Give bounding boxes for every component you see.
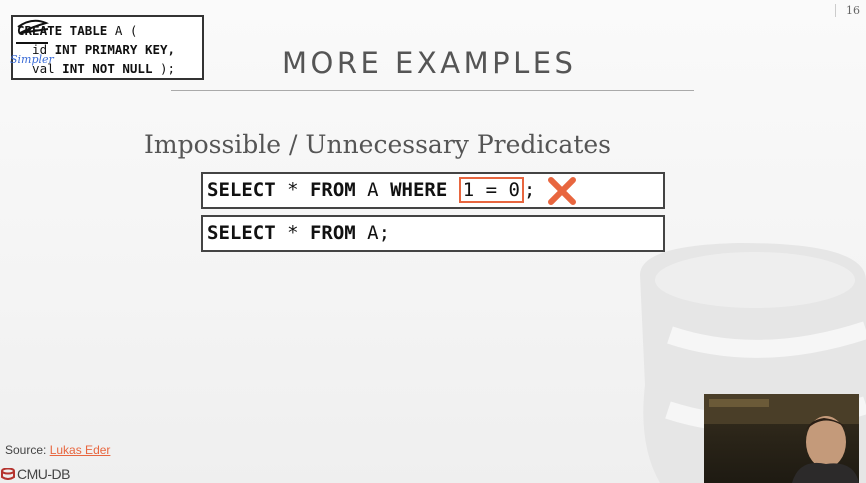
sql-end: ;	[523, 179, 536, 201]
source-label: Source:	[5, 443, 50, 457]
sql-keyword: FROM	[309, 179, 356, 201]
code-line3-keyword: INT NOT NULL	[54, 61, 153, 76]
sql-table: A	[355, 179, 391, 201]
sql-star: *	[275, 222, 310, 244]
scribble-annotation-icon	[16, 19, 49, 44]
slide-number: 16	[835, 4, 860, 17]
sql-keyword: SELECT	[207, 222, 276, 244]
cmu-db-logo: CMU-DB	[1, 466, 71, 482]
sql-table: A;	[355, 222, 391, 244]
x-mark-icon	[548, 177, 576, 205]
sql-keyword: WHERE	[390, 179, 448, 201]
slide-title: MORE EXAMPLES	[282, 46, 577, 80]
presenter-video	[704, 394, 859, 483]
sql-keyword: FROM	[309, 222, 356, 244]
code-line1-rest: A (	[107, 23, 138, 38]
sql-example-simplified: SELECT * FROM A;	[201, 215, 665, 252]
presenter-image	[704, 394, 859, 483]
sql-space	[447, 179, 458, 201]
simpler-annotation: Simpler	[10, 53, 54, 66]
sql-star: *	[275, 179, 310, 201]
logo-text: CMU-DB	[17, 466, 71, 482]
source-link[interactable]: Lukas Eder	[50, 443, 111, 457]
database-logo-icon	[1, 468, 15, 480]
source-citation: Source: Lukas Eder	[5, 443, 110, 457]
code-line3-rest: );	[152, 61, 176, 76]
title-divider	[171, 90, 694, 91]
slide-subtitle: Impossible / Unnecessary Predicates	[144, 130, 611, 159]
sql-example-impossible: SELECT * FROM A WHERE 1 = 0;	[201, 172, 665, 209]
highlighted-predicate: 1 = 0	[458, 177, 524, 203]
sql-keyword: SELECT	[207, 179, 276, 201]
